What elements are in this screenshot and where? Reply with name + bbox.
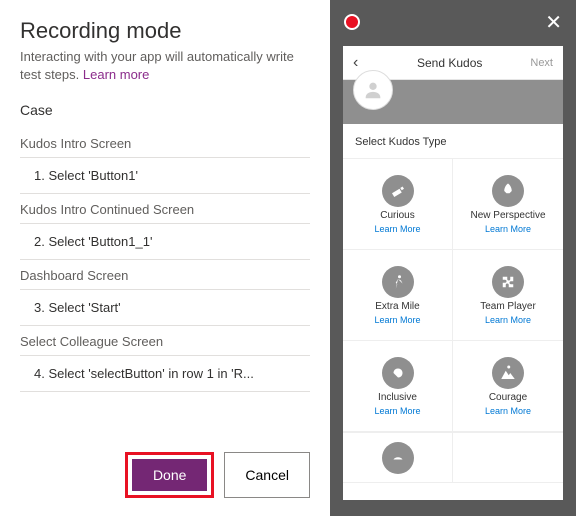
rocket-icon bbox=[492, 175, 524, 207]
next-button[interactable]: Next bbox=[530, 57, 553, 69]
avatar-band bbox=[343, 80, 563, 124]
runner-icon bbox=[382, 266, 414, 298]
avatar[interactable] bbox=[353, 70, 393, 110]
kudo-learn-link[interactable]: Learn More bbox=[374, 224, 420, 234]
select-kudos-label: Select Kudos Type bbox=[343, 124, 563, 158]
phone-preview: ‹ Send Kudos Next Select Kudos Type Curi… bbox=[343, 46, 563, 500]
subtitle-text: Interacting with your app will automatic… bbox=[20, 49, 294, 82]
back-icon[interactable]: ‹ bbox=[353, 54, 369, 72]
kudo-card-courage[interactable]: Courage Learn More bbox=[453, 341, 563, 432]
kudos-grid-partial bbox=[343, 432, 563, 483]
case-label: Case bbox=[20, 102, 310, 118]
section-header: Select Colleague Screen bbox=[20, 326, 310, 356]
kudo-name: Inclusive bbox=[378, 392, 417, 403]
kudos-grid: Curious Learn More New Perspective Learn… bbox=[343, 158, 563, 432]
kudo-card-partial[interactable] bbox=[343, 433, 453, 483]
button-bar: Done Cancel bbox=[125, 452, 310, 498]
kudo-learn-link[interactable]: Learn More bbox=[374, 406, 420, 416]
kudo-card-curious[interactable]: Curious Learn More bbox=[343, 159, 453, 250]
phone-screen-title: Send Kudos bbox=[369, 56, 530, 70]
telescope-icon bbox=[382, 175, 414, 207]
done-highlight: Done bbox=[125, 452, 214, 498]
section-header: Kudos Intro Screen bbox=[20, 128, 310, 158]
close-icon[interactable]: ✕ bbox=[545, 10, 562, 35]
puzzle-icon bbox=[492, 266, 524, 298]
done-button[interactable]: Done bbox=[132, 459, 207, 491]
kudo-learn-link[interactable]: Learn More bbox=[485, 224, 531, 234]
mountain-icon bbox=[492, 357, 524, 389]
kudo-name: Curious bbox=[380, 210, 414, 221]
partial-icon bbox=[382, 442, 414, 474]
kudo-card-partial[interactable] bbox=[453, 433, 563, 483]
kudo-name: Team Player bbox=[480, 301, 536, 312]
kudo-name: New Perspective bbox=[470, 210, 545, 221]
kudo-learn-link[interactable]: Learn More bbox=[374, 315, 420, 325]
kudo-card-team-player[interactable]: Team Player Learn More bbox=[453, 250, 563, 341]
preview-panel: ✕ ‹ Send Kudos Next Select Kudos Type Cu… bbox=[330, 0, 576, 516]
kudo-card-inclusive[interactable]: Inclusive Learn More bbox=[343, 341, 453, 432]
learn-more-link[interactable]: Learn more bbox=[83, 67, 149, 82]
recording-mode-panel: Recording mode Interacting with your app… bbox=[0, 0, 330, 516]
kudo-card-new-perspective[interactable]: New Perspective Learn More bbox=[453, 159, 563, 250]
kudo-card-extra-mile[interactable]: Extra Mile Learn More bbox=[343, 250, 453, 341]
step-item[interactable]: 3. Select 'Start' bbox=[20, 290, 310, 326]
hands-icon bbox=[382, 357, 414, 389]
section-header: Dashboard Screen bbox=[20, 260, 310, 290]
section-header: Kudos Intro Continued Screen bbox=[20, 194, 310, 224]
step-item[interactable]: 2. Select 'Button1_1' bbox=[20, 224, 310, 260]
kudo-name: Extra Mile bbox=[375, 301, 419, 312]
step-item[interactable]: 4. Select 'selectButton' in row 1 in 'R.… bbox=[20, 356, 310, 392]
kudo-name: Courage bbox=[489, 392, 527, 403]
panel-title: Recording mode bbox=[20, 18, 310, 44]
panel-subtitle: Interacting with your app will automatic… bbox=[20, 48, 310, 84]
kudo-learn-link[interactable]: Learn More bbox=[485, 315, 531, 325]
record-indicator-icon bbox=[344, 14, 360, 30]
cancel-button[interactable]: Cancel bbox=[224, 452, 310, 498]
step-item[interactable]: 1. Select 'Button1' bbox=[20, 158, 310, 194]
person-icon bbox=[362, 79, 384, 101]
kudo-learn-link[interactable]: Learn More bbox=[485, 406, 531, 416]
